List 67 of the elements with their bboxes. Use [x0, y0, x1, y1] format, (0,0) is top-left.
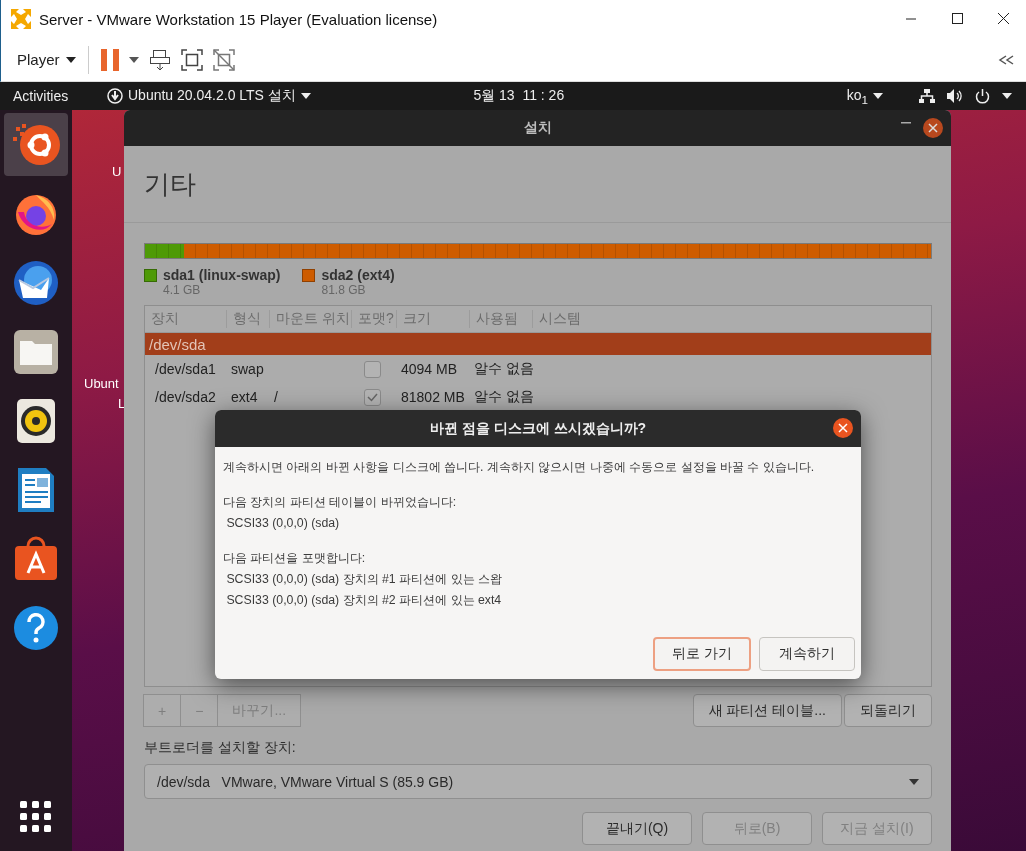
network-icon[interactable]: [919, 89, 935, 103]
player-menu[interactable]: Player: [15, 49, 78, 70]
table-cell-text: 알수 없음: [473, 360, 533, 378]
dialog-button[interactable]: 뒤로 가기: [653, 637, 751, 671]
window-title: 설치: [523, 119, 552, 137]
close-icon[interactable]: [923, 118, 943, 138]
download-icon: [107, 88, 123, 104]
dialog-text: SCSI33 (0,0,0) (sda): [225, 515, 341, 532]
unity-icon[interactable]: [212, 48, 235, 71]
close-icon[interactable]: [833, 418, 853, 438]
partition-name: sda2 (ext4): [321, 267, 395, 283]
dock-item[interactable]: [4, 113, 68, 176]
disk-row[interactable]: /dev/sda: [145, 333, 931, 355]
caret-icon: [300, 93, 311, 99]
caret-icon: [909, 778, 919, 785]
format-checkbox[interactable]: [364, 360, 381, 378]
check-icon: [367, 392, 378, 402]
table-cell-text: 알수 없음: [473, 388, 533, 406]
app-logo-icon: [11, 9, 31, 29]
boot-device-dropdown[interactable]: /dev/sda VMware, VMware Virtual S (85.9 GB): [144, 764, 932, 799]
table-cell-text: 81802 MB: [400, 389, 466, 405]
partition-name: sda1 (linux-swap): [163, 267, 281, 283]
input-source[interactable]: ko$_{1}$: [846, 86, 868, 106]
app-grid-icon[interactable]: [20, 801, 52, 833]
volume-icon[interactable]: [947, 89, 963, 103]
dialog-button[interactable]: 계속하기: [759, 637, 855, 671]
caret-icon: [873, 93, 883, 99]
desktop-icon-label[interactable]: U: [112, 162, 122, 182]
shopping-bag-icon: [13, 535, 59, 582]
caret-icon: [65, 56, 76, 63]
table-cell-text: ext4: [230, 389, 259, 405]
help-icon: [13, 604, 59, 651]
desktop-icon-label[interactable]: Ubunt: [84, 374, 119, 394]
table-cell-text: /dev/sda2: [154, 389, 217, 405]
document-icon: [16, 465, 56, 514]
dialog-text: 계속하시면 아래의 바뀐 사항을 디스크에 씁니다. 계속하지 않으시면 나중에 수동으로 설정을 바꿀 수 있습니다.: [223, 459, 816, 476]
dialog-text: SCSI33 (0,0,0) (sda) 장치의 #1 파티션에 있는 스왑: [225, 571, 503, 588]
dialog-text: 다음 파티션을 포맷합니다:: [223, 550, 367, 567]
caret-icon[interactable]: [128, 56, 139, 63]
table-cell-text: swap: [230, 361, 265, 377]
page-heading: 기타: [144, 167, 196, 201]
dialog-text: SCSI33 (0,0,0) (sda) 장치의 #2 파티션에 있는 ext4: [225, 592, 503, 609]
window-title: Server - VMware Workstation 15 Player (Evaluation license): [39, 10, 439, 28]
speaker-icon: [16, 397, 56, 444]
partition-size: 81.8 GB: [321, 283, 367, 297]
power-icon[interactable]: [975, 88, 990, 104]
clock[interactable]: 5월 13 11 : 26: [310, 87, 727, 105]
dialog-title: 바뀐 점을 디스크에 쓰시겠습니까?: [429, 419, 647, 438]
dialog-text: 다음 장치의 파티션 테이블이 바뀌었습니다:: [223, 494, 458, 511]
minimize-icon[interactable]: [901, 122, 911, 124]
table-cell-text: 4094 MB: [400, 361, 459, 377]
table-cell-text: /dev/sda1: [154, 361, 217, 377]
app-menu[interactable]: Ubuntu 20.04.2.0 LTS 설치: [128, 87, 296, 105]
fullscreen-icon[interactable]: [180, 48, 203, 71]
table-cell-text: /: [273, 389, 279, 405]
send-keys-icon[interactable]: [148, 48, 171, 71]
table-action-button[interactable]: 새 파티션 테이블...: [692, 694, 842, 727]
double-chevron-icon[interactable]: [998, 54, 1014, 65]
field-label: 부트로더를 설치할 장치:: [144, 739, 297, 757]
nav-button[interactable]: 끝내기(Q): [582, 812, 692, 845]
folder-icon: [13, 328, 59, 375]
table-action-button[interactable]: 되돌리기: [844, 694, 932, 727]
partition-size: 4.1 GB: [163, 283, 202, 297]
activities-button[interactable]: Activities: [13, 88, 107, 104]
pause-icon[interactable]: [100, 48, 119, 71]
format-checkbox[interactable]: [364, 388, 381, 406]
caret-icon[interactable]: [1002, 93, 1012, 99]
